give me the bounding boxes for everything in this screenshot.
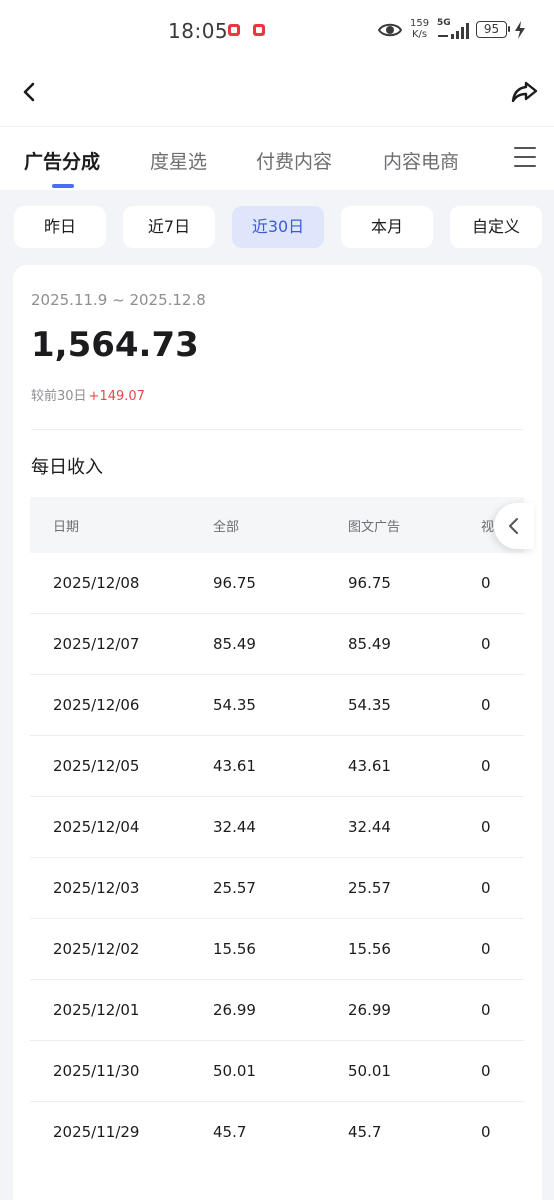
table-header: 日期 全部 图文广告 视 (30, 497, 524, 553)
tab-ad-revenue[interactable]: 广告分成 (24, 147, 100, 174)
cell-image-text-ads: 45.7 (348, 1123, 382, 1141)
cell-image-text-ads: 96.75 (348, 574, 391, 592)
date-range: 2025.11.9 ~ 2025.12.8 (31, 291, 206, 309)
notification-icon (228, 24, 240, 36)
table-row: 2025/11/29 45.7 45.7 0 (30, 1102, 524, 1163)
status-time: 18:05 (168, 19, 229, 43)
cell-date: 2025/12/08 (53, 574, 140, 592)
signal-icon (438, 23, 469, 39)
table-row: 2025/12/07 85.49 85.49 0 (30, 614, 524, 675)
cell-date: 2025/12/07 (53, 635, 140, 653)
cell-video: 0 (481, 940, 491, 958)
cell-date: 2025/12/05 (53, 757, 140, 775)
column-header-video: 视 (481, 520, 495, 535)
chevron-left-icon (509, 518, 518, 534)
cell-date: 2025/11/30 (53, 1062, 140, 1080)
cell-all: 85.49 (213, 635, 256, 653)
cell-image-text-ads: 25.57 (348, 879, 391, 897)
table-row: 2025/12/02 15.56 15.56 0 (30, 919, 524, 980)
cell-video: 0 (481, 696, 491, 714)
net-speed-value: 159 (410, 18, 430, 29)
filter-yesterday[interactable]: 昨日 (14, 206, 106, 248)
cell-video: 0 (481, 1001, 491, 1019)
tab-paid-content[interactable]: 付费内容 (256, 147, 332, 174)
compare-line: 较前30日 +149.07 (31, 385, 145, 404)
category-tabs: 广告分成 度星选 付费内容 内容电商 (0, 126, 554, 190)
revenue-card: 2025.11.9 ~ 2025.12.8 1,564.73 较前30日 +149… (13, 265, 542, 1200)
compare-label: 较前30日 (31, 389, 87, 404)
cell-all: 26.99 (213, 1001, 256, 1019)
compare-delta: +149.07 (88, 389, 145, 404)
cell-image-text-ads: 15.56 (348, 940, 391, 958)
cell-date: 2025/12/01 (53, 1001, 140, 1019)
table-row: 2025/12/03 25.57 25.57 0 (30, 858, 524, 919)
table-row: 2025/12/01 26.99 26.99 0 (30, 980, 524, 1041)
table-row: 2025/12/05 43.61 43.61 0 (30, 736, 524, 797)
cell-all: 25.57 (213, 879, 256, 897)
cell-video: 0 (481, 818, 491, 836)
back-button[interactable] (14, 76, 46, 108)
share-button[interactable] (508, 76, 540, 108)
cell-all: 43.61 (213, 757, 256, 775)
cell-all: 96.75 (213, 574, 256, 592)
cell-all: 50.01 (213, 1062, 256, 1080)
daily-income-title: 每日收入 (31, 457, 103, 478)
cell-video: 0 (481, 879, 491, 897)
cell-all: 45.7 (213, 1123, 247, 1141)
total-revenue: 1,564.73 (31, 325, 199, 365)
filter-30-days[interactable]: 近30日 (232, 206, 324, 248)
cell-video: 0 (481, 574, 491, 592)
cell-date: 2025/11/29 (53, 1123, 140, 1141)
cell-video: 0 (481, 635, 491, 653)
column-header-image-text-ads: 图文广告 (348, 520, 401, 535)
filter-7-days[interactable]: 近7日 (123, 206, 215, 248)
cell-all: 32.44 (213, 818, 256, 836)
table-scroll-button[interactable] (494, 503, 534, 549)
cell-image-text-ads: 26.99 (348, 1001, 391, 1019)
cell-image-text-ads: 54.35 (348, 696, 391, 714)
cell-date: 2025/12/06 (53, 696, 140, 714)
column-header-date: 日期 (53, 520, 80, 535)
tab-du-xingxuan[interactable]: 度星选 (150, 147, 207, 174)
daily-income-table: 日期 全部 图文广告 视 2025/12/08 96.75 96.75 0 20… (30, 497, 524, 1177)
cell-video: 0 (481, 1123, 491, 1141)
table-row: 2025/12/06 54.35 54.35 0 (30, 675, 524, 736)
cell-image-text-ads: 50.01 (348, 1062, 391, 1080)
filter-this-month[interactable]: 本月 (341, 206, 433, 248)
tab-indicator (52, 184, 74, 188)
menu-icon[interactable] (514, 147, 538, 169)
cell-image-text-ads: 43.61 (348, 757, 391, 775)
charging-icon (515, 21, 525, 39)
cell-date: 2025/12/03 (53, 879, 140, 897)
page: 18:05 159 K/s 5G 95 广告分成 度星选 付费内容 内容电商 昨… (0, 0, 554, 1200)
cell-date: 2025/12/04 (53, 818, 140, 836)
column-header-all: 全部 (213, 520, 240, 535)
net-speed-unit: K/s (411, 29, 428, 40)
cell-video: 0 (481, 757, 491, 775)
cell-image-text-ads: 85.49 (348, 635, 391, 653)
table-row: 2025/11/30 50.01 50.01 0 (30, 1041, 524, 1102)
status-bar: 18:05 159 K/s 5G 95 (0, 0, 554, 62)
net-speed: 159 K/s (410, 18, 429, 40)
notification-icon (253, 24, 265, 36)
cell-all: 15.56 (213, 940, 256, 958)
cell-date: 2025/12/02 (53, 940, 140, 958)
filter-custom[interactable]: 自定义 (450, 206, 542, 248)
battery-icon: 95 (476, 21, 510, 38)
table-row: 2025/12/08 96.75 96.75 0 (30, 553, 524, 614)
cell-all: 54.35 (213, 696, 256, 714)
tab-content-ecommerce[interactable]: 内容电商 (383, 147, 459, 174)
cell-image-text-ads: 32.44 (348, 818, 391, 836)
nav-bar (0, 62, 554, 126)
cell-video: 0 (481, 1062, 491, 1080)
divider (31, 429, 523, 430)
eye-icon (378, 23, 402, 37)
table-row: 2025/12/04 32.44 32.44 0 (30, 797, 524, 858)
